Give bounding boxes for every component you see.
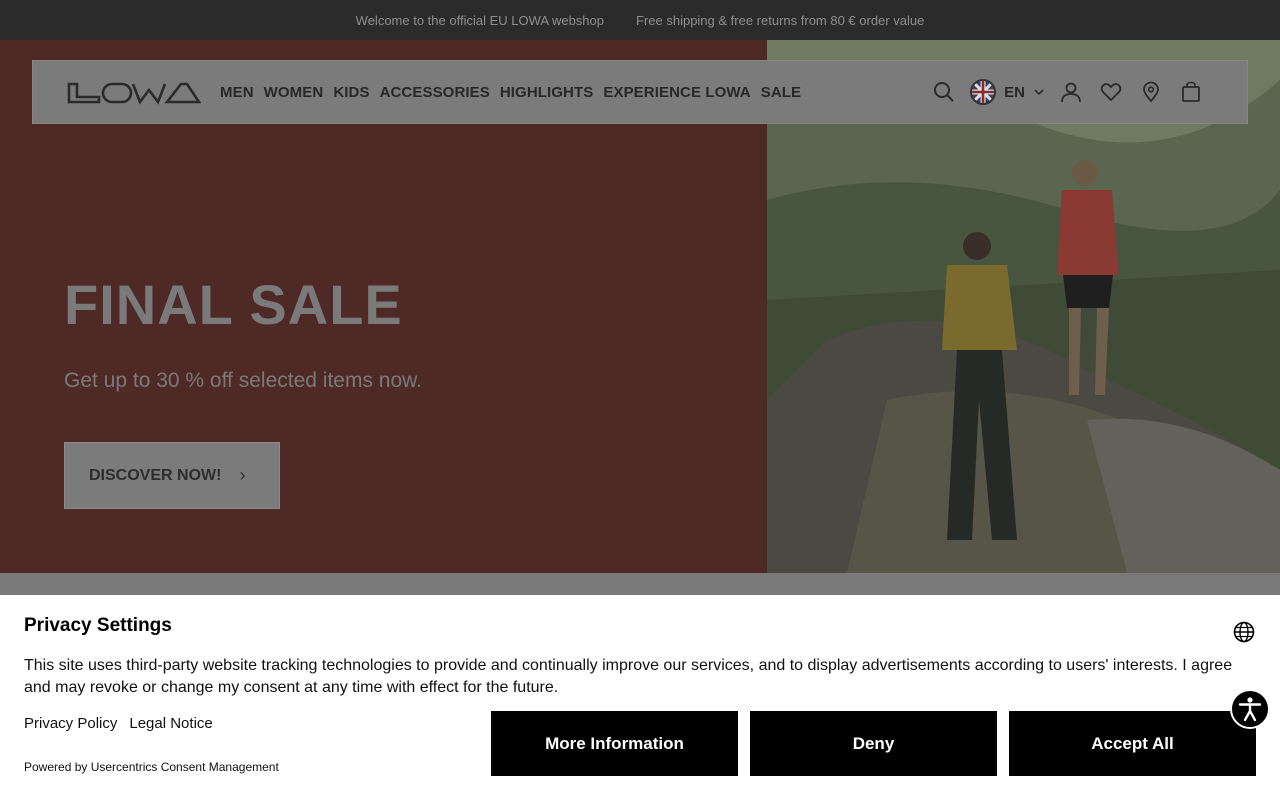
globe-icon[interactable] [1233,621,1255,643]
account-icon[interactable] [1051,72,1091,112]
chevron-right-icon: › [239,465,246,485]
menu-item-kids[interactable]: KIDS [328,84,374,101]
announcement-bar: Welcome to the official EU LOWA webshop … [0,0,1280,40]
content-band [0,573,1280,595]
discover-now-button[interactable]: DISCOVER NOW! › [64,442,280,509]
privacy-banner: Privacy Settings This site uses third-pa… [0,595,1280,800]
lowa-logo[interactable] [67,79,201,105]
privacy-policy-link[interactable]: Privacy Policy [24,715,117,732]
flag-icon [970,79,997,105]
menu-item-men[interactable]: MEN [215,84,259,101]
menu-item-accessories[interactable]: ACCESSORIES [375,84,495,101]
menu-item-sale[interactable]: SALE [756,84,806,101]
menu-item-highlights[interactable]: HIGHLIGHTS [495,84,599,101]
language-selector[interactable]: EN [970,79,1045,105]
privacy-text: This site uses third-party website track… [24,657,1233,696]
welcome-text: Welcome to the official EU LOWA webshop [355,12,604,28]
hero-subtitle: Get up to 30 % off selected items now. [64,369,422,392]
main-menu: MEN WOMEN KIDS ACCESSORIES HIGHLIGHTS EX… [215,84,806,101]
nav-icons: EN [924,61,1211,123]
legal-notice-link[interactable]: Legal Notice [129,715,212,732]
language-label: EN [1004,83,1025,101]
search-icon[interactable] [924,72,964,112]
menu-item-women[interactable]: WOMEN [259,84,329,101]
cart-icon[interactable] [1171,72,1211,112]
accessibility-icon[interactable] [1230,689,1270,729]
powered-by-text: Powered by Usercentrics Consent Manageme… [24,760,279,774]
menu-item-experience-lowa[interactable]: EXPERIENCE LOWA [598,84,755,101]
store-locator-icon[interactable] [1131,72,1171,112]
deny-button[interactable]: Deny [750,711,997,776]
hero-title: FINAL SALE [64,273,403,336]
main-navigation: MEN WOMEN KIDS ACCESSORIES HIGHLIGHTS EX… [32,60,1248,124]
accept-all-button[interactable]: Accept All [1009,711,1256,776]
chevron-down-icon [1034,89,1044,96]
wishlist-icon[interactable] [1091,72,1131,112]
privacy-links: Privacy Policy Legal Notice [24,715,213,732]
more-information-button[interactable]: More Information [491,711,738,776]
privacy-title: Privacy Settings [24,615,172,636]
discover-now-label: DISCOVER NOW! [89,466,222,484]
shipping-text: Free shipping & free returns from 80 € o… [636,12,925,28]
